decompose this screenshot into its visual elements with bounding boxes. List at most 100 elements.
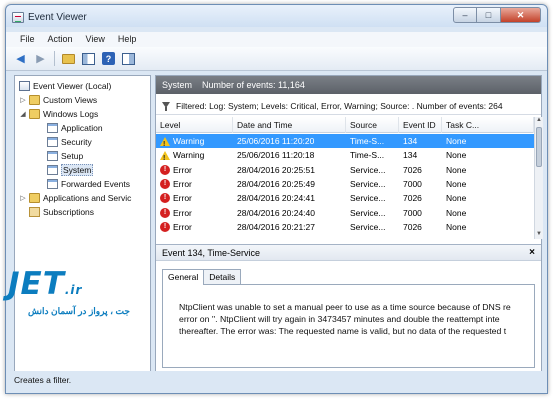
tree-item-applications-services[interactable]: ▷ Applications and Servic <box>19 191 131 204</box>
scroll-up-icon[interactable]: ▲ <box>536 117 542 125</box>
cell-date: 28/04/2016 20:25:51 <box>237 164 315 175</box>
collapse-arrow-icon[interactable]: ◢ <box>19 110 27 118</box>
warning-icon <box>160 150 170 162</box>
menu-file[interactable]: File <box>20 32 35 47</box>
filter-bar: Filtered: Log: System; Levels: Critical,… <box>156 97 541 115</box>
cell-date: 28/04/2016 20:21:27 <box>237 221 315 232</box>
show-hide-action-pane-button[interactable] <box>120 51 137 67</box>
tree-item-security[interactable]: Security <box>47 135 92 148</box>
up-folder-button[interactable] <box>60 51 77 67</box>
tree-label: Subscriptions <box>43 206 95 217</box>
maximize-button[interactable]: □ <box>477 7 501 23</box>
event-description-box: NtpClient was unable to set a manual pee… <box>162 284 535 368</box>
column-header-source[interactable]: Source <box>346 117 399 133</box>
tree-label: Setup <box>61 150 84 161</box>
show-hide-console-tree-button[interactable] <box>80 51 97 67</box>
scrollbar-thumb[interactable] <box>536 127 542 167</box>
cell-event-id: 7000 <box>403 178 422 189</box>
table-row[interactable]: Warning 25/06/2016 11:20:20 Time-S... 134 No… <box>156 134 534 149</box>
back-button[interactable]: ◀ <box>12 51 29 67</box>
tree-item-application[interactable]: Application <box>47 121 103 134</box>
level-label: Error <box>173 164 192 175</box>
expand-arrow-icon[interactable]: ▷ <box>19 96 27 104</box>
column-header-level[interactable]: Level <box>156 117 233 133</box>
toolbar: ◀ ▶ ? <box>6 47 547 71</box>
column-header-date[interactable]: Date and Time <box>233 117 346 133</box>
cell-source: Service... <box>350 221 386 232</box>
title-bar[interactable]: Event Viewer – □ ✕ <box>6 5 547 31</box>
close-icon: ✕ <box>516 9 525 20</box>
cell-date: 25/06/2016 11:20:20 <box>237 136 315 146</box>
level-label: Warning <box>173 150 205 161</box>
table-row[interactable]: Warning 25/06/2016 11:20:18 Time-S... 134 No… <box>156 148 534 162</box>
scroll-down-icon[interactable]: ▼ <box>536 231 542 239</box>
console-tree: Event Viewer (Local) ▷ Custom Views ◢ Wi… <box>14 75 151 372</box>
events-table: Level Date and Time Source Event ID Task… <box>156 117 534 239</box>
menu-bar: File Action View Help <box>6 32 547 47</box>
tree-item-subscriptions[interactable]: Subscriptions <box>29 205 94 218</box>
tree-label: Application <box>61 122 103 133</box>
close-button[interactable]: ✕ <box>501 7 541 23</box>
folder-up-icon <box>62 53 75 64</box>
table-row[interactable]: ! Error 28/04/2016 20:24:41 Service... 7026 N… <box>156 191 534 205</box>
table-row[interactable]: ! Error 28/04/2016 20:25:51 Service... 7026 N… <box>156 163 534 177</box>
cell-level: ! Error <box>156 163 233 177</box>
event-viewer-icon <box>19 80 30 91</box>
cell-event-id: 134 <box>403 136 418 146</box>
tree-item-root[interactable]: Event Viewer (Local) <box>19 79 111 92</box>
cell-level: ! Error <box>156 220 233 234</box>
help-icon: ? <box>102 52 115 65</box>
action-pane-icon <box>122 52 135 65</box>
cell-task-category: None <box>446 207 467 218</box>
help-button[interactable]: ? <box>100 51 117 67</box>
table-row[interactable]: ! Error 28/04/2016 20:24:40 Service... 7000 N… <box>156 206 534 220</box>
status-bar: Creates a filter. <box>6 371 547 389</box>
folder-icon <box>29 94 40 105</box>
table-row[interactable]: ! Error 28/04/2016 20:21:27 Service... 7026 N… <box>156 220 534 234</box>
tree-item-forwarded-events[interactable]: Forwarded Events <box>47 177 130 190</box>
error-icon: ! <box>160 193 170 204</box>
cell-source: Time-S... <box>350 150 385 161</box>
events-scrollbar[interactable]: ▲ ▼ <box>534 117 543 239</box>
log-icon <box>47 178 58 189</box>
menu-action[interactable]: Action <box>48 32 73 47</box>
error-icon: ! <box>160 164 170 175</box>
cell-task-category: None <box>446 193 467 204</box>
event-detail-title: Event 134, Time-Service <box>162 248 261 258</box>
tab-general[interactable]: General <box>162 269 205 285</box>
cell-task-category: None <box>446 150 467 161</box>
menu-view[interactable]: View <box>86 32 105 47</box>
cell-event-id: 7026 <box>403 164 422 175</box>
event-description[interactable]: NtpClient was unable to set a manual pee… <box>179 301 533 351</box>
log-icon <box>47 164 58 175</box>
column-header-event-id[interactable]: Event ID <box>399 117 442 133</box>
column-header-task-category[interactable]: Task C... <box>442 117 534 133</box>
forward-arrow-icon: ▶ <box>36 53 45 65</box>
close-detail-icon[interactable]: × <box>529 245 535 261</box>
log-header: System Number of events: 11,164 <box>156 76 541 94</box>
tree-label: Event Viewer (Local) <box>33 80 112 91</box>
tree-label: Windows Logs <box>43 108 99 119</box>
menu-help[interactable]: Help <box>118 32 137 47</box>
tree-item-custom-views[interactable]: ▷ Custom Views <box>19 93 97 106</box>
cell-date: 28/04/2016 20:24:40 <box>237 207 315 218</box>
tab-details[interactable]: Details <box>203 269 242 284</box>
window-title: Event Viewer <box>28 12 87 23</box>
minimize-button[interactable]: – <box>453 7 477 23</box>
expand-arrow-icon[interactable]: ▷ <box>19 194 27 202</box>
tree-item-system[interactable]: System <box>47 163 94 176</box>
cell-event-id: 134 <box>403 150 418 161</box>
results-pane: System Number of events: 11,164 Filtered… <box>155 75 543 372</box>
cell-level: ! Error <box>156 191 233 205</box>
level-label: Error <box>173 207 192 218</box>
log-icon <box>47 136 58 147</box>
maximize-icon: □ <box>485 10 492 20</box>
forward-button[interactable]: ▶ <box>32 51 49 67</box>
cell-event-id: 7026 <box>403 193 422 204</box>
cell-date: 28/04/2016 20:24:41 <box>237 193 315 204</box>
tree-label: Applications and Servic <box>43 192 132 203</box>
table-row[interactable]: ! Error 28/04/2016 20:25:49 Service... 7000 N… <box>156 177 534 191</box>
tree-item-windows-logs[interactable]: ◢ Windows Logs <box>19 107 98 120</box>
tree-item-setup[interactable]: Setup <box>47 149 83 162</box>
cell-level: Warning <box>156 134 233 148</box>
